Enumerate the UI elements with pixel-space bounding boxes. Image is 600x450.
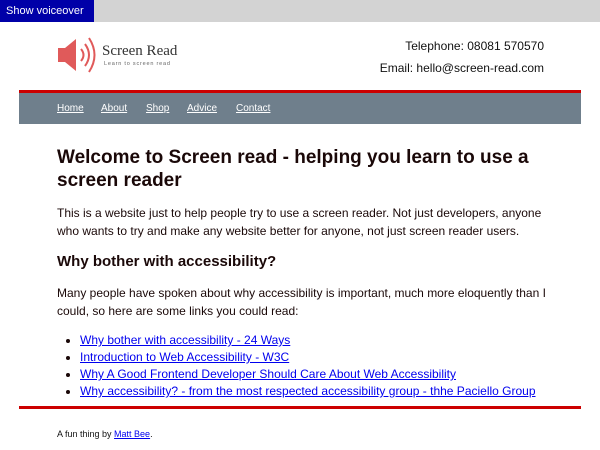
nav-item-advice[interactable]: Advice <box>187 103 217 114</box>
list-item: Why bother with accessibility - 24 Ways <box>80 332 547 349</box>
voiceover-help-button[interactable]: Show voiceover help <box>0 0 94 39</box>
section-heading: Why bother with accessibility? <box>57 253 277 270</box>
footer: A fun thing by Matt Bee. <box>57 429 153 439</box>
page-title: Welcome to Screen read - helping you lea… <box>57 147 529 191</box>
link-list: Why bother with accessibility - 24 Ways … <box>57 332 547 400</box>
footer-prefix: A fun thing by <box>57 429 115 439</box>
logo-title: Screen Read <box>102 43 178 59</box>
logo-tagline: Learn to screen read <box>104 61 171 67</box>
main-content: Welcome to Screen read - helping you lea… <box>57 146 547 400</box>
link-24-ways[interactable]: Why bother with accessibility - 24 Ways <box>80 333 290 347</box>
nav-item-home[interactable]: Home <box>57 103 84 114</box>
nav-item-shop[interactable]: Shop <box>146 103 169 114</box>
list-item: Why accessibility? - from the most respe… <box>80 383 547 400</box>
main-nav: Home About Shop Advice Contact <box>19 93 581 124</box>
footer-divider <box>19 406 581 409</box>
nav-item-contact[interactable]: Contact <box>236 103 270 114</box>
telephone-text: Telephone: 08081 570570 <box>405 39 544 53</box>
list-item: Introduction to Web Accessibility - W3C <box>80 349 547 366</box>
link-w3c[interactable]: Introduction to Web Accessibility - W3C <box>80 350 289 364</box>
logo[interactable]: Screen Read Learn to screen read <box>57 34 187 78</box>
footer-suffix: . <box>150 429 153 439</box>
footer-author-link[interactable]: Matt Bee <box>114 429 150 439</box>
intro-paragraph: This is a website just to help people tr… <box>57 206 542 238</box>
speaker-icon <box>58 37 96 73</box>
list-item: Why A Good Frontend Developer Should Car… <box>80 366 547 383</box>
link-frontend-developer[interactable]: Why A Good Frontend Developer Should Car… <box>80 367 456 381</box>
email-text: Email: hello@screen-read.com <box>379 61 544 75</box>
contact-info: Telephone: 08081 570570 Email: hello@scr… <box>380 38 544 82</box>
link-paciello-group[interactable]: Why accessibility? - from the most respe… <box>80 384 536 398</box>
section-paragraph: Many people have spoken about why access… <box>57 286 546 318</box>
nav-item-about[interactable]: About <box>101 103 127 114</box>
